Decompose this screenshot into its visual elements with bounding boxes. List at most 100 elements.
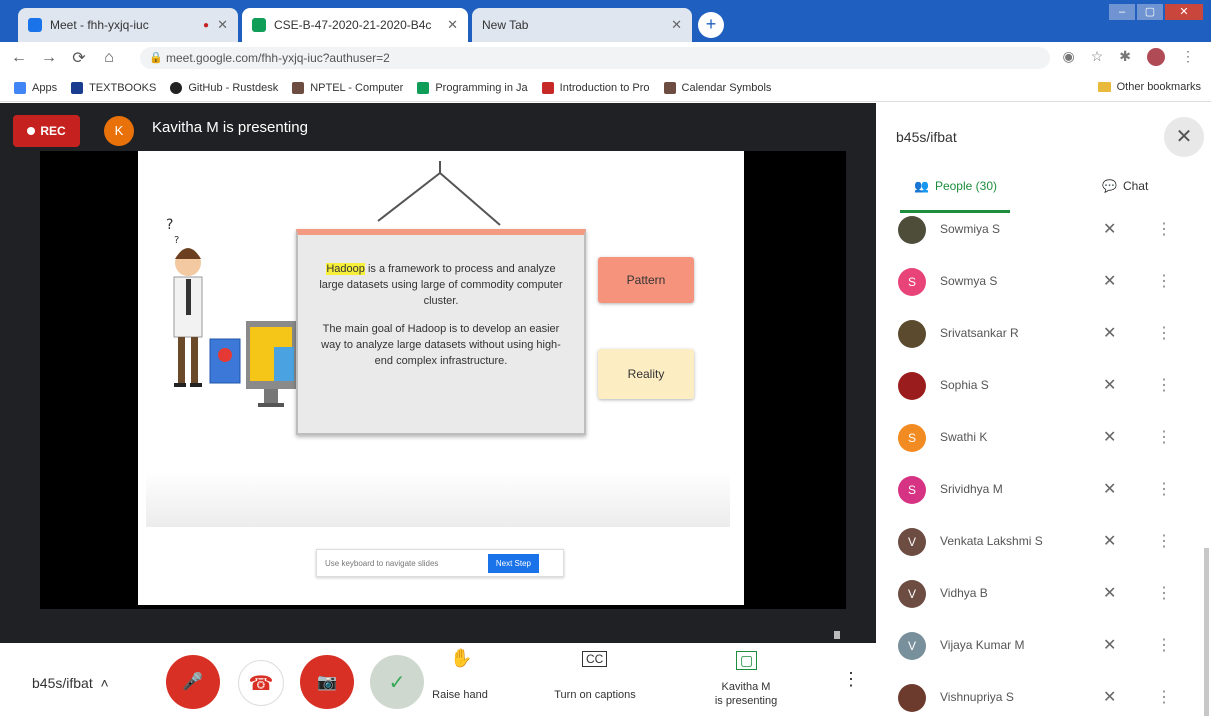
bookmark-icon xyxy=(417,81,430,94)
participant-more-icon[interactable]: ⋮ xyxy=(1156,531,1172,551)
mic-muted-icon: ✕ xyxy=(1103,689,1117,706)
panel-scrollbar[interactable] xyxy=(1204,548,1209,716)
bookmark-item[interactable]: TEXTBOOKS xyxy=(71,81,156,94)
bookmark-icon xyxy=(292,81,305,94)
meet-stage: REC K Kavitha M is presenting ? ? Hadoop… xyxy=(0,103,876,669)
raise-hand-button[interactable]: Raise hand xyxy=(420,688,500,702)
participant-more-icon[interactable]: ⋮ xyxy=(1156,687,1172,707)
confused-man-illustration: ? ? xyxy=(166,217,203,387)
minimize-button[interactable]: – xyxy=(1109,4,1135,20)
meeting-details-button[interactable]: b45s/ifbat ˄ xyxy=(32,675,109,691)
bookmark-item[interactable]: GitHub - Rustdesk xyxy=(170,81,278,94)
maximize-button[interactable]: ▢ xyxy=(1137,4,1163,20)
people-icon: 👥 xyxy=(914,179,929,193)
camera-toggle-button[interactable]: 📷 xyxy=(300,655,354,709)
bookmark-item[interactable]: Apps xyxy=(14,81,58,94)
rec-label: REC xyxy=(40,124,66,138)
lock-icon: 🔒 xyxy=(149,52,163,64)
menu-icon[interactable]: ⋮ xyxy=(1181,48,1195,66)
participant-more-icon[interactable]: ⋮ xyxy=(1156,583,1172,603)
forward-icon[interactable]: → xyxy=(38,49,60,67)
participant-more-icon[interactable]: ⋮ xyxy=(1156,635,1172,655)
participant-more-icon[interactable]: ⋮ xyxy=(1156,479,1172,499)
tab-people[interactable]: 👥 People (30) xyxy=(914,179,997,193)
participant-more-icon[interactable]: ⋮ xyxy=(1156,375,1172,395)
camera-off-icon: 📷 xyxy=(317,674,337,691)
address-text: meet.google.com/fhh-yxjq-iuc?authuser=2 xyxy=(166,51,390,65)
bookmark-label: Apps xyxy=(32,81,58,94)
extensions-icon[interactable]: ✱ xyxy=(1119,48,1131,66)
mic-muted-icon: ✕ xyxy=(1103,325,1117,342)
participant-name: Vidhya B xyxy=(940,586,988,600)
browser-tab-sheet[interactable]: CSE-B-47-2020-21-2020-B4c ✕ xyxy=(242,8,468,42)
people-panel: b45s/ifbat ✕ 👥 People (30) 💬 Chat Sowmiy… xyxy=(876,103,1211,716)
browser-toolbar: ← → ⟳ ⌂ 🔒 meet.google.com/fhh-yxjq-iuc?a… xyxy=(0,42,1211,74)
hang-up-button[interactable]: ☎ xyxy=(238,660,284,706)
chat-tab-label: Chat xyxy=(1122,179,1149,193)
toolbar-right-icons: ◉ ☆ ✱ ⋮ xyxy=(1062,48,1195,66)
presenter-avatar: K xyxy=(104,116,134,146)
other-bookmarks[interactable]: Other bookmarks xyxy=(1097,81,1201,93)
participant-row: S Sowmya S ✕ ⋮ xyxy=(876,259,1211,311)
next-step-button[interactable]: Next Step xyxy=(487,553,539,573)
close-window-button[interactable]: ✕ xyxy=(1165,4,1203,20)
mic-muted-icon: ✕ xyxy=(1103,637,1117,654)
participant-name: Vishnupriya S xyxy=(940,690,1014,704)
participant-more-icon[interactable]: ⋮ xyxy=(1156,427,1172,447)
slide-reality-box: Reality xyxy=(598,349,694,399)
close-icon[interactable]: ✕ xyxy=(671,17,682,33)
presenting-button[interactable]: Kavitha M is presenting xyxy=(700,680,792,708)
slide-navigation-control: Use keyboard to navigate slides Next Ste… xyxy=(316,549,564,577)
address-bar[interactable]: 🔒 meet.google.com/fhh-yxjq-iuc?authuser=… xyxy=(140,47,1050,69)
close-icon[interactable]: ✕ xyxy=(217,17,228,33)
check-icon: ✓ xyxy=(388,671,406,694)
participant-name: Venkata Lakshmi S xyxy=(940,534,1043,548)
participant-row: Sowmiya S ✕ ⋮ xyxy=(876,207,1211,259)
participant-more-icon[interactable]: ⋮ xyxy=(1156,323,1172,343)
participant-row: Srivatsankar R ✕ ⋮ xyxy=(876,311,1211,363)
mic-muted-icon: ✕ xyxy=(1103,221,1117,238)
mic-muted-icon: ✕ xyxy=(1103,429,1117,446)
star-icon[interactable]: ☆ xyxy=(1091,48,1104,66)
profile-avatar[interactable] xyxy=(1147,48,1165,66)
cast-icon[interactable]: ◉ xyxy=(1062,48,1074,66)
browser-tab-bar: Meet - fhh-yxjq-iuc ● ✕ CSE-B-47-2020-21… xyxy=(0,0,1211,42)
slide-content-board: Hadoop is a framework to process and ana… xyxy=(296,229,586,435)
avatar: V xyxy=(898,528,926,556)
presentation-slide: ? ? Hadoop is a framework to process and… xyxy=(138,151,744,605)
present-check-button[interactable]: ✓ xyxy=(370,655,424,709)
browser-tab-meet[interactable]: Meet - fhh-yxjq-iuc ● ✕ xyxy=(18,8,238,42)
meet-control-bar: b45s/ifbat ˄ 🎤 ☎ 📷 ✓ ✋ Raise hand CC Tur… xyxy=(0,643,876,716)
browser-tab-newtab[interactable]: New Tab ✕ xyxy=(472,8,692,42)
tab-label: New Tab xyxy=(482,18,529,32)
bookmark-item[interactable]: Programming in Ja xyxy=(417,81,528,94)
bookmark-item[interactable]: Introduction to Pro xyxy=(541,81,650,94)
participant-row: V Vidhya B ✕ ⋮ xyxy=(876,571,1211,623)
mic-toggle-button[interactable]: 🎤 xyxy=(166,655,220,709)
sheets-icon xyxy=(252,18,266,32)
participant-more-icon[interactable]: ⋮ xyxy=(1156,271,1172,291)
tab-chat[interactable]: 💬 Chat xyxy=(1102,179,1148,193)
captions-button[interactable]: Turn on captions xyxy=(540,688,650,702)
raise-hand-icon: ✋ xyxy=(450,648,473,668)
back-icon[interactable]: ← xyxy=(8,49,30,67)
hang-up-icon: ☎ xyxy=(248,672,274,695)
present-screen-icon: ▢ xyxy=(736,651,758,670)
home-icon[interactable]: ⌂ xyxy=(98,49,120,67)
avatar xyxy=(898,216,926,244)
close-panel-button[interactable]: ✕ xyxy=(1164,117,1204,157)
bookmark-label: Introduction to Pro xyxy=(559,81,650,94)
close-icon[interactable]: ✕ xyxy=(447,17,458,33)
new-tab-button[interactable]: + xyxy=(698,12,724,38)
other-bookmarks-label: Other bookmarks xyxy=(1116,81,1201,93)
participant-more-icon[interactable]: ⋮ xyxy=(1156,219,1172,239)
reload-icon[interactable]: ⟳ xyxy=(68,48,90,68)
meeting-code: b45s/ifbat xyxy=(32,675,93,691)
bookmark-item[interactable]: NPTEL - Computer xyxy=(292,81,403,94)
more-options-icon[interactable]: ⋮ xyxy=(842,669,860,690)
panel-title: b45s/ifbat xyxy=(896,129,957,145)
bookmark-item[interactable]: Calendar Symbols xyxy=(663,81,771,94)
participant-row: V Vijaya Kumar M ✕ ⋮ xyxy=(876,623,1211,675)
avatar xyxy=(898,320,926,348)
apps-icon xyxy=(14,81,26,94)
